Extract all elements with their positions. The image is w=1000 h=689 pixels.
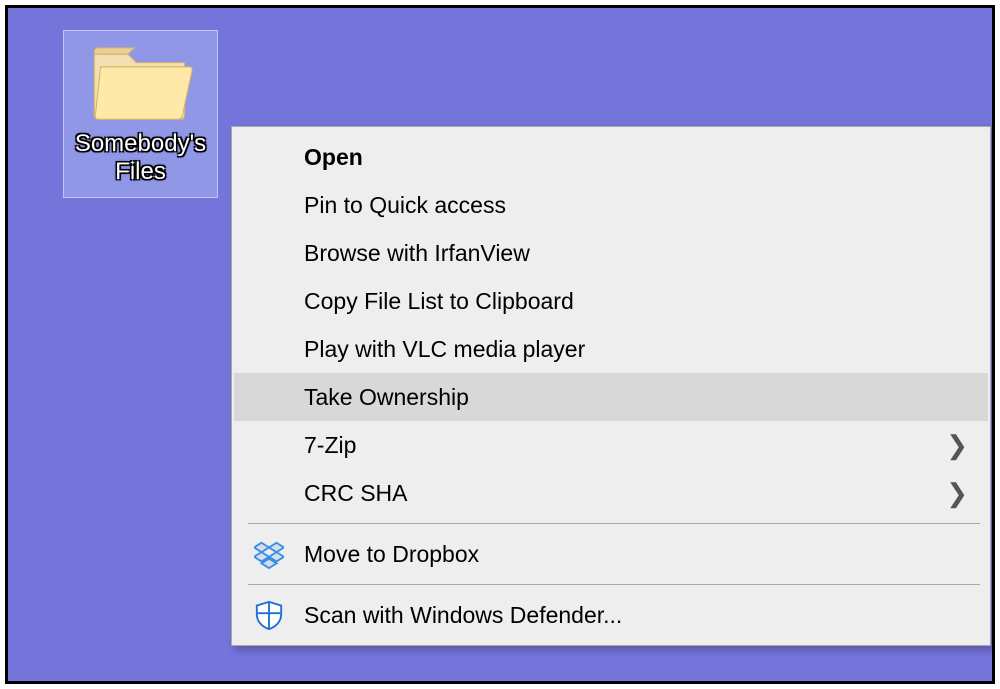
windows-defender-icon xyxy=(234,600,304,630)
menu-label-copy-file-list: Copy File List to Clipboard xyxy=(304,288,968,315)
menu-item-crc-sha[interactable]: CRC SHA ❯ xyxy=(234,469,988,517)
menu-item-browse-irfanview[interactable]: Browse with IrfanView xyxy=(234,229,988,277)
menu-item-scan-defender[interactable]: Scan with Windows Defender... xyxy=(234,591,988,639)
menu-item-pin-quick-access[interactable]: Pin to Quick access xyxy=(234,181,988,229)
menu-separator xyxy=(248,523,980,524)
menu-item-7zip[interactable]: 7-Zip ❯ xyxy=(234,421,988,469)
menu-label-pin-quick-access: Pin to Quick access xyxy=(304,192,968,219)
menu-label-browse-irfanview: Browse with IrfanView xyxy=(304,240,968,267)
folder-icon xyxy=(88,39,193,130)
menu-item-copy-file-list[interactable]: Copy File List to Clipboard xyxy=(234,277,988,325)
menu-label-take-ownership: Take Ownership xyxy=(304,384,968,411)
menu-item-move-to-dropbox[interactable]: Move to Dropbox xyxy=(234,530,988,578)
desktop-folder-label: Somebody's Files xyxy=(75,130,206,187)
menu-label-crc-sha: CRC SHA xyxy=(304,480,938,507)
menu-label-7zip: 7-Zip xyxy=(304,432,938,459)
menu-label-open: Open xyxy=(304,144,968,171)
submenu-arrow-icon: ❯ xyxy=(938,430,968,461)
menu-separator xyxy=(248,584,980,585)
desktop-folder-somebodys-files[interactable]: Somebody's Files xyxy=(63,30,218,198)
dropbox-icon xyxy=(234,539,304,569)
menu-item-open[interactable]: Open xyxy=(234,133,988,181)
menu-item-play-vlc[interactable]: Play with VLC media player xyxy=(234,325,988,373)
context-menu: Open Pin to Quick access Browse with Irf… xyxy=(231,126,991,646)
menu-label-move-to-dropbox: Move to Dropbox xyxy=(304,541,968,568)
menu-label-scan-defender: Scan with Windows Defender... xyxy=(304,602,968,629)
submenu-arrow-icon: ❯ xyxy=(938,478,968,509)
menu-item-take-ownership[interactable]: Take Ownership xyxy=(234,373,988,421)
menu-label-play-vlc: Play with VLC media player xyxy=(304,336,968,363)
desktop-frame: Somebody's Files Open Pin to Quick acces… xyxy=(5,5,995,684)
